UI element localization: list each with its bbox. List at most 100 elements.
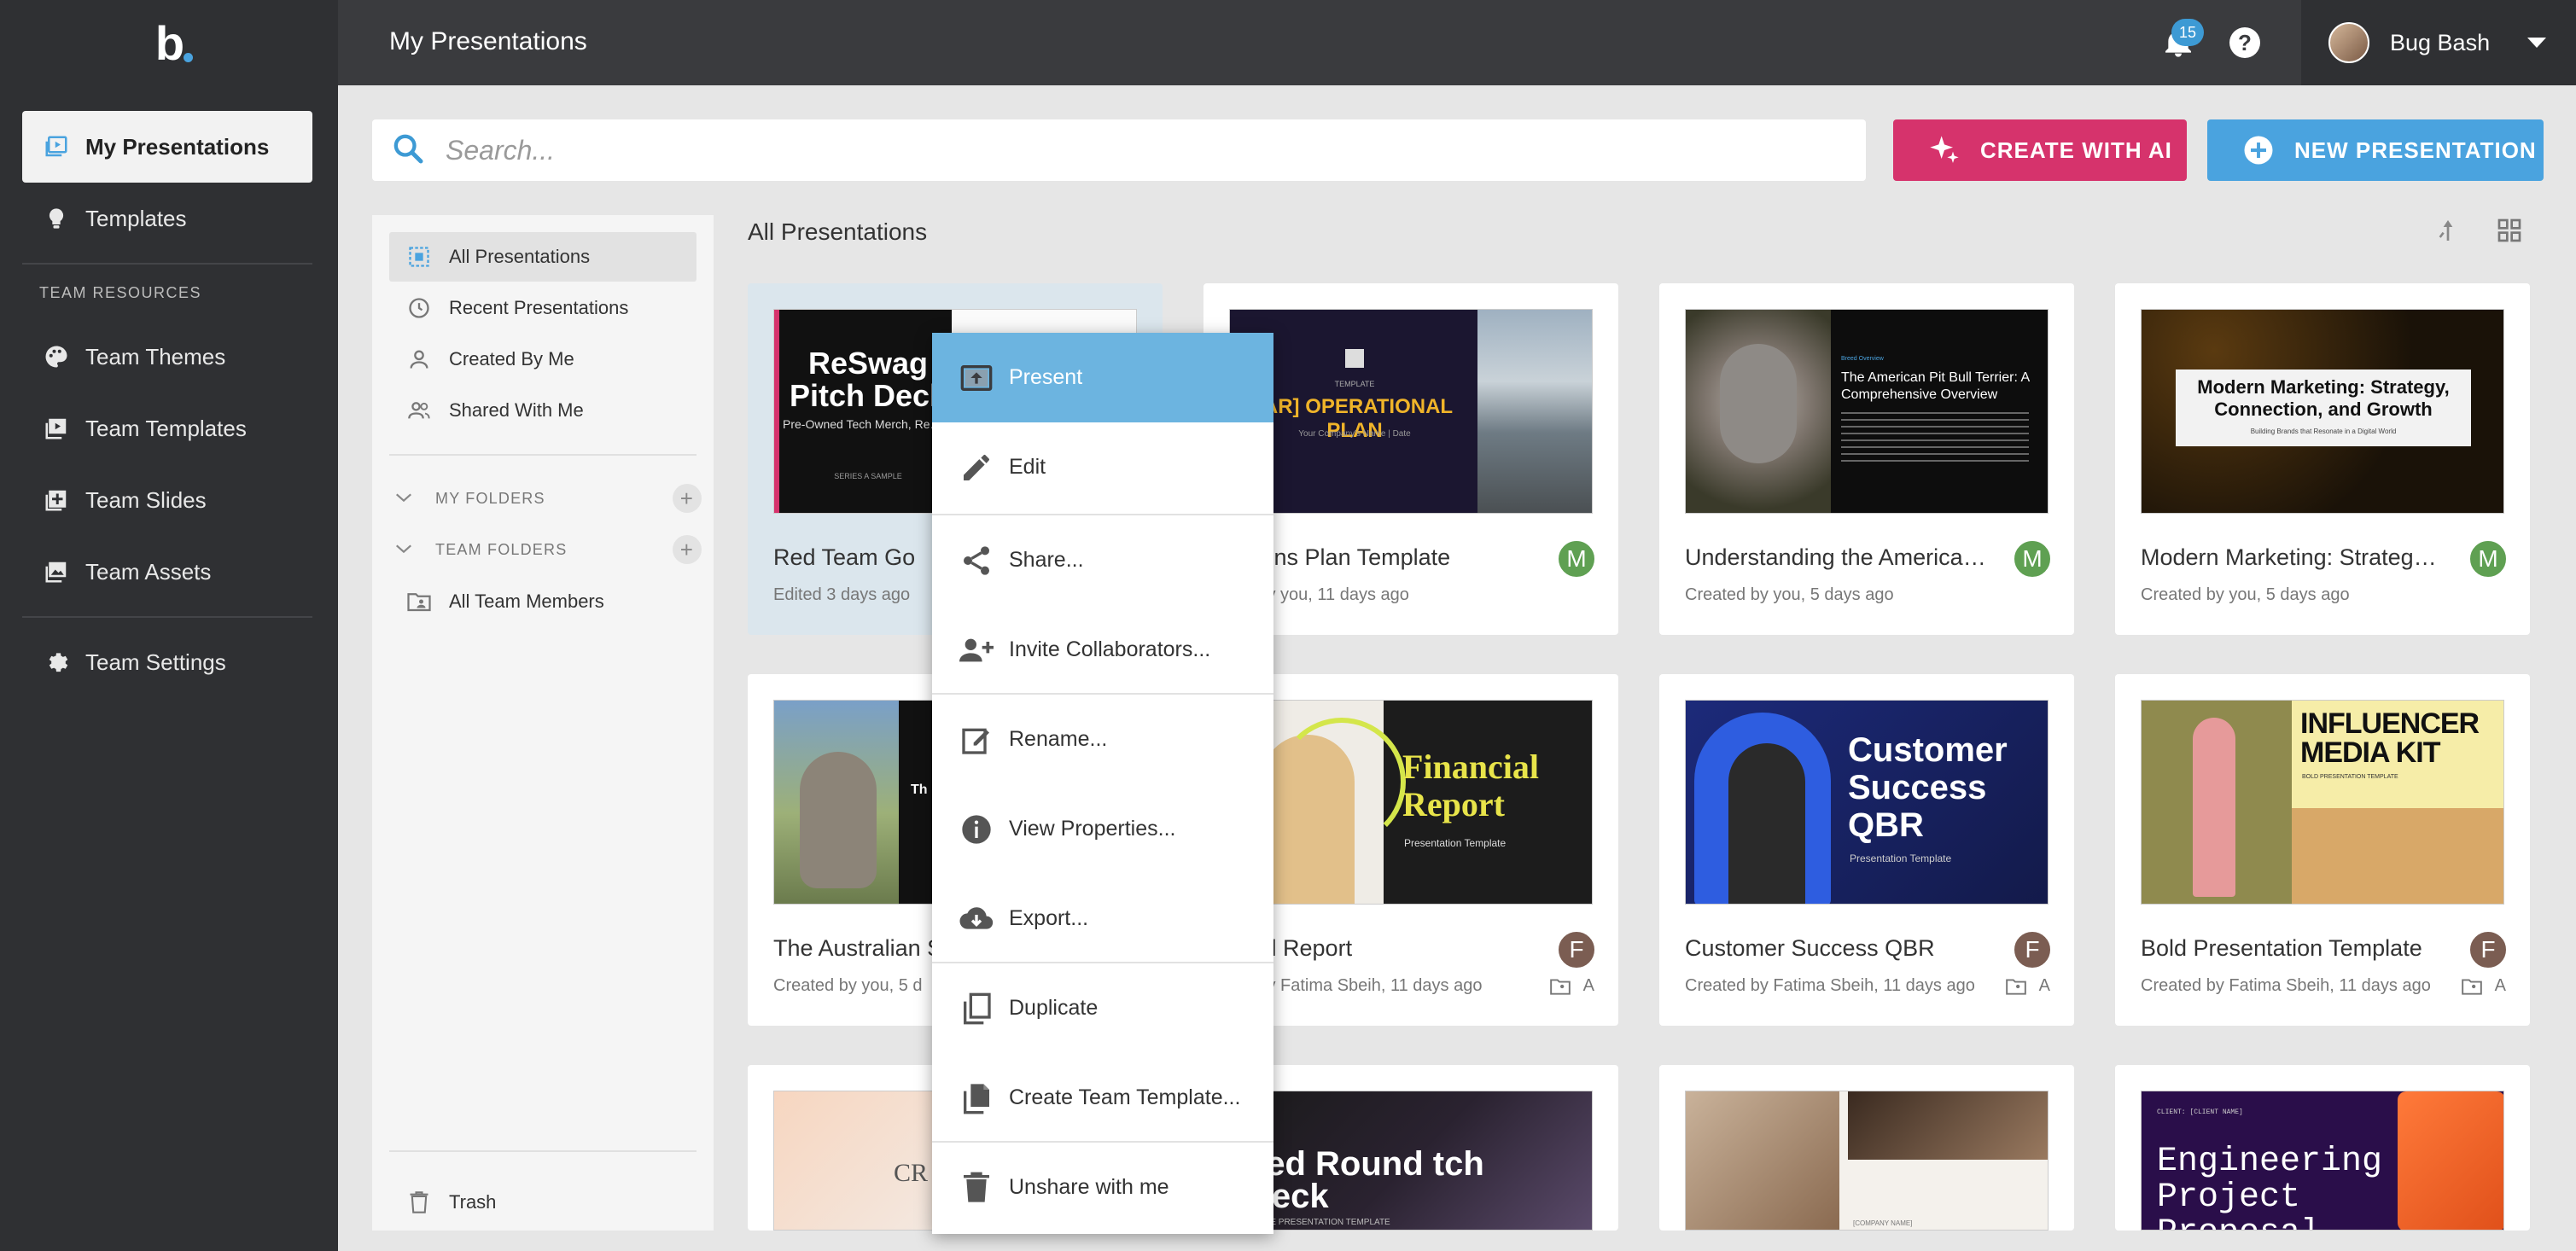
card-subtitle: Edited 3 days ago: [773, 585, 911, 604]
card-subtitle: Created by you, 5 days ago: [1685, 585, 1894, 604]
sidebar-item-team-themes[interactable]: Team Themes: [22, 321, 312, 393]
avatar: F: [2013, 930, 2052, 969]
new-presentation-label: NEW PRESENTATION: [2294, 137, 2537, 163]
menu-item-create-team-template[interactable]: Create Team Template...: [932, 1053, 1273, 1143]
add-slide-icon: [39, 483, 73, 517]
create-with-ai-label: CREATE WITH AI: [1980, 137, 2172, 163]
sidebar-item-team-settings[interactable]: Team Settings: [22, 626, 312, 698]
presentation-card-engineering-proposal[interactable]: CLIENT: [CLIENT NAME] Engineering Projec…: [2115, 1065, 2530, 1231]
thumb-title: eed Round tch Deck: [1247, 1145, 1484, 1215]
presentation-card-modern-marketing[interactable]: Modern Marketing: Strategy, Connection, …: [2115, 283, 2530, 635]
thumb-subtitle: Building Brands that Resonate in a Digit…: [2250, 428, 2397, 435]
thumbnail: INFLUENCER MEDIA KIT BOLD PRESENTATION T…: [2141, 700, 2504, 905]
user-name: Bug Bash: [2390, 29, 2491, 55]
menu-item-invite-collaborators[interactable]: Invite Collaborators...: [932, 605, 1273, 695]
folder-trash[interactable]: Trash: [389, 1178, 696, 1227]
lightbulb-icon: [39, 201, 73, 236]
play-box-icon: [39, 411, 73, 445]
folder-indicator: A: [2005, 976, 2050, 996]
menu-item-duplicate[interactable]: Duplicate: [932, 963, 1273, 1053]
search-input[interactable]: [446, 134, 1641, 166]
folder-label: Trash: [449, 1191, 497, 1213]
thumb-subtitle: Presentation Template: [1850, 852, 1952, 864]
share-icon: [956, 540, 997, 581]
create-with-ai-button[interactable]: CREATE WITH AI: [1893, 119, 2187, 181]
folder-label: All Presentations: [449, 246, 591, 267]
context-menu: Present Edit Share... Invite Collaborato…: [932, 333, 1273, 1234]
search-bar[interactable]: [372, 119, 1866, 181]
sort-icon[interactable]: [2434, 217, 2462, 244]
sidebar-item-team-assets[interactable]: Team Assets: [22, 536, 312, 608]
copy-icon: [956, 988, 997, 1029]
avatar: M: [2013, 539, 2052, 579]
presentation-card-customer-success-qbr[interactable]: Customer Success QBR Presentation Templa…: [1659, 674, 2074, 1026]
card-title: Modern Marketing: Strateg…: [2141, 544, 2437, 570]
help-icon[interactable]: ?: [2229, 27, 2260, 58]
caret-down-icon: [2527, 38, 2547, 48]
avatar: F: [1557, 930, 1596, 969]
thumb-small: SERIES A SAMPLE: [834, 472, 902, 480]
thumbnail: CLIENT: [CLIENT NAME] Engineering Projec…: [2141, 1091, 2504, 1231]
thumb-title: The American Pit Bull Terrier: A Compreh…: [1841, 370, 2030, 402]
menu-item-edit[interactable]: Edit: [932, 422, 1273, 512]
add-folder-button[interactable]: +: [673, 484, 702, 513]
folder-all-presentations[interactable]: All Presentations: [389, 232, 696, 282]
presentation-card-bold-presentation[interactable]: INFLUENCER MEDIA KIT BOLD PRESENTATION T…: [2115, 674, 2530, 1026]
sidebar-item-my-presentations[interactable]: My Presentations: [22, 111, 312, 183]
pencil-icon: [956, 447, 997, 488]
person-icon: [405, 345, 434, 374]
presentation-card-pit-bull[interactable]: Breed Overview The American Pit Bull Ter…: [1659, 283, 2074, 635]
sidebar: b My Presentations Templates TEAM RESOUR…: [0, 0, 338, 1251]
folder-label: Created By Me: [449, 348, 574, 369]
my-folders-header[interactable]: MY FOLDERS +: [394, 481, 702, 515]
folder-people-icon: [405, 587, 434, 616]
menu-item-present[interactable]: Present: [932, 333, 1273, 422]
thumb-title: ReSwag Pitch Deck: [789, 346, 947, 413]
folder-recent-presentations[interactable]: Recent Presentations: [389, 283, 696, 333]
divider: [389, 1150, 696, 1152]
card-title: ncial Report: [1229, 935, 1353, 961]
menu-item-unshare[interactable]: Unshare with me: [932, 1143, 1273, 1232]
sidebar-item-label: Team Themes: [85, 343, 226, 369]
sparkle-icon: [1927, 133, 1961, 167]
menu-item-label: Unshare with me: [1009, 1175, 1169, 1199]
thumb-subtitle: Presentation Template: [1404, 837, 1507, 849]
thumb-title: Modern Marketing: Strategy, Connection, …: [2197, 376, 2450, 420]
sidebar-item-templates[interactable]: Templates: [22, 183, 312, 254]
folder-created-by-me[interactable]: Created By Me: [389, 335, 696, 384]
new-presentation-button[interactable]: NEW PRESENTATION: [2207, 119, 2544, 181]
image-icon: [39, 555, 73, 589]
notification-badge: 15: [2171, 19, 2204, 46]
app-logo[interactable]: b: [0, 0, 338, 85]
sidebar-item-team-slides[interactable]: Team Slides: [22, 464, 312, 536]
divider: [22, 263, 312, 265]
menu-item-view-properties[interactable]: View Properties...: [932, 784, 1273, 874]
add-team-folder-button[interactable]: +: [673, 535, 702, 564]
team-folders-label: TEAM FOLDERS: [435, 540, 568, 558]
team-resources-header: TEAM RESOURCES: [39, 284, 202, 301]
divider: [389, 454, 696, 456]
presentation-card-coffee[interactable]: [COMPANY NAME]: [1659, 1065, 2074, 1231]
thumb-small: CLIENT: [CLIENT NAME]: [2157, 1108, 2243, 1116]
folder-shared-with-me[interactable]: Shared With Me: [389, 386, 696, 435]
thumbnail: TEMPLATE [AR] OPERATIONAL PLAN Your Comp…: [1229, 309, 1593, 514]
folder-all-team-members[interactable]: All Team Members: [389, 577, 696, 626]
avatar: F: [2468, 930, 2508, 969]
menu-item-rename[interactable]: Rename...: [932, 695, 1273, 784]
sidebar-item-label: Team Assets: [85, 558, 212, 585]
folder-indicator: A: [1549, 976, 1594, 996]
team-folders-header[interactable]: TEAM FOLDERS +: [394, 532, 702, 567]
chevron-down-icon: [394, 490, 420, 508]
grid-view-icon[interactable]: [2496, 217, 2523, 244]
menu-item-label: Create Team Template...: [1009, 1085, 1241, 1109]
menu-item-export[interactable]: Export...: [932, 874, 1273, 963]
user-menu[interactable]: Bug Bash: [2301, 0, 2576, 85]
divider: [22, 616, 312, 618]
folder-people-icon: [2005, 977, 2027, 996]
sidebar-item-team-templates[interactable]: Team Templates: [22, 393, 312, 464]
menu-item-label: Edit: [1009, 455, 1046, 479]
thumbnail: Modern Marketing: Strategy, Connection, …: [2141, 309, 2504, 514]
card-title: Bold Presentation Template: [2141, 935, 2422, 961]
thumb-subtitle: BOLD PRESENTATION TEMPLATE: [2302, 774, 2398, 780]
menu-item-share[interactable]: Share...: [932, 515, 1273, 605]
